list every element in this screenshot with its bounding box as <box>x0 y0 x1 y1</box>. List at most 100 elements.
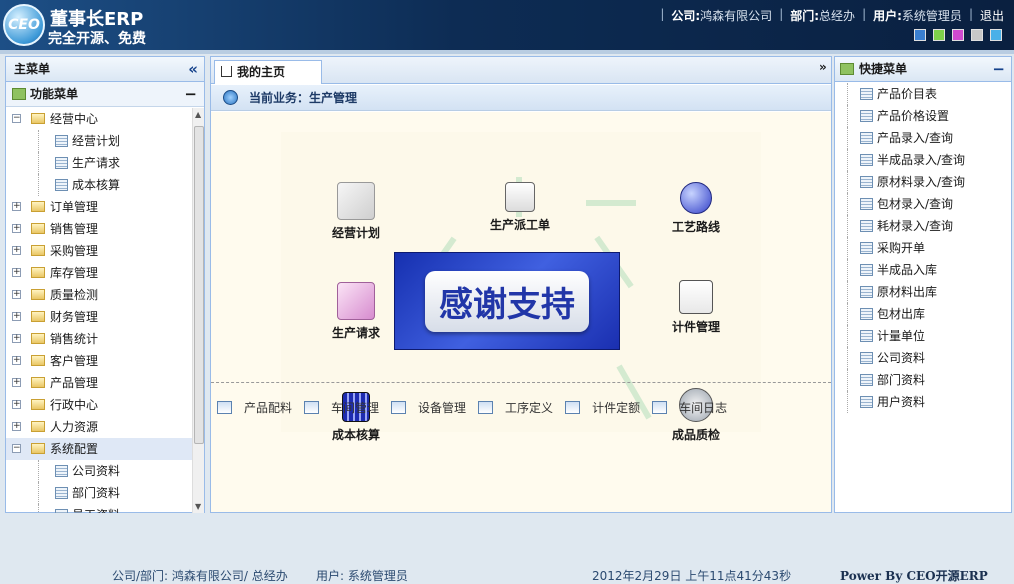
tree-leaf-label: 员工资料 <box>72 504 120 513</box>
mgmt-item-label: 工序定义 <box>505 401 554 415</box>
tree-node[interactable]: + 行政中心 <box>6 394 192 416</box>
tree-node[interactable]: + 客户管理 <box>6 350 192 372</box>
tree-node[interactable]: + 库存管理 <box>6 262 192 284</box>
scroll-thumb[interactable] <box>194 126 204 444</box>
expand-toggle-icon[interactable]: + <box>12 378 21 387</box>
tree-scrollbar[interactable]: ▲ ▼ <box>192 108 204 513</box>
quick-menu-item[interactable]: 耗材录入/查询 <box>835 215 1011 237</box>
scroll-down-icon[interactable]: ▼ <box>195 502 201 511</box>
mgmt-item[interactable]: 车间管理 <box>304 399 379 416</box>
tree-leaf[interactable]: 公司资料 <box>6 460 192 482</box>
collapse-toggle-icon[interactable]: − <box>12 114 21 123</box>
tree-leaf[interactable]: 经营计划 <box>6 130 192 152</box>
scroll-up-icon[interactable]: ▲ <box>195 110 201 119</box>
expand-toggle-icon[interactable]: + <box>12 334 21 343</box>
quick-menu-item[interactable]: 原材料出库 <box>835 281 1011 303</box>
window-icon <box>391 401 407 414</box>
flow-node-request[interactable]: 生产请求 <box>311 282 401 341</box>
tree-line <box>847 259 848 281</box>
quick-menu-item[interactable]: 产品价目表 <box>835 83 1011 105</box>
minus-icon[interactable]: − <box>992 57 1005 81</box>
document-icon <box>860 264 873 276</box>
tree-line <box>38 460 39 482</box>
tree-node[interactable]: + 财务管理 <box>6 306 192 328</box>
current-business-bar: 当前业务：生产管理 <box>211 85 831 111</box>
folder-icon <box>31 333 45 344</box>
theme-swatch-cyan[interactable] <box>990 29 1002 41</box>
theme-swatch-purple[interactable] <box>952 29 964 41</box>
expand-toggle-icon[interactable]: + <box>12 400 21 409</box>
quick-menu-item[interactable]: 公司资料 <box>835 347 1011 369</box>
window-icon <box>304 401 320 414</box>
quick-menu-item[interactable]: 半成品录入/查询 <box>835 149 1011 171</box>
quick-menu-item[interactable]: 部门资料 <box>835 369 1011 391</box>
expand-toggle-icon[interactable]: + <box>12 224 21 233</box>
status-datetime: 2012年2月29日 上午11点41分43秒 <box>592 569 792 583</box>
expand-toggle-icon[interactable]: + <box>12 268 21 277</box>
theme-swatch-green[interactable] <box>933 29 945 41</box>
tree-line <box>847 193 848 215</box>
expand-toggle-icon[interactable]: + <box>12 422 21 431</box>
tab-home[interactable]: 我的主页 <box>214 60 322 84</box>
theme-swatch-blue[interactable] <box>914 29 926 41</box>
quick-menu-item[interactable]: 原材料录入/查询 <box>835 171 1011 193</box>
mgmt-item[interactable]: 计件定额 <box>565 399 640 416</box>
folder-icon <box>31 377 45 388</box>
tree-node[interactable]: + 订单管理 <box>6 196 192 218</box>
tree-leaf[interactable]: 生产请求 <box>6 152 192 174</box>
expand-toggle-icon[interactable]: + <box>12 312 21 321</box>
tab-scroll-icon[interactable]: » <box>819 60 831 74</box>
tree-node[interactable]: − 经营中心 <box>6 108 192 130</box>
tree-leaf[interactable]: 成本核算 <box>6 174 192 196</box>
window-icon <box>478 401 494 414</box>
header-divider <box>0 50 1014 54</box>
quick-menu-item[interactable]: 计量单位 <box>835 325 1011 347</box>
tree-node[interactable]: + 销售统计 <box>6 328 192 350</box>
tree-leaf-label: 生产请求 <box>72 156 121 170</box>
document-icon <box>860 176 873 188</box>
quick-menu-item[interactable]: 包材出库 <box>835 303 1011 325</box>
mgmt-item[interactable]: 工序定义 <box>478 399 553 416</box>
flow-node-dispatch[interactable]: 生产派工单 <box>475 182 565 233</box>
tree-node[interactable]: + 产品管理 <box>6 372 192 394</box>
collapse-toggle-icon[interactable]: − <box>12 444 21 453</box>
quick-menu-item[interactable]: 用户资料 <box>835 391 1011 413</box>
tree-node[interactable]: + 销售管理 <box>6 218 192 240</box>
expand-toggle-icon[interactable]: + <box>12 202 21 211</box>
main-menu-title: 主菜单 <box>14 62 51 76</box>
expand-toggle-icon[interactable]: + <box>12 356 21 365</box>
expand-toggle-icon[interactable]: + <box>12 290 21 299</box>
tree-node[interactable]: − 系统配置 <box>6 438 192 460</box>
mgmt-item[interactable]: 设备管理 <box>391 399 466 416</box>
tab-strip: 我的主页 » <box>211 57 831 84</box>
mgmt-item[interactable]: 产品配料 <box>217 399 292 416</box>
collapse-icon[interactable]: « <box>188 57 198 81</box>
flow-node-route[interactable]: 工艺路线 <box>651 182 741 235</box>
flow-node-plan[interactable]: 经营计划 <box>311 182 401 241</box>
quick-menu-item[interactable]: 采购开单 <box>835 237 1011 259</box>
tree-line <box>38 482 39 504</box>
minus-icon[interactable]: − <box>184 82 197 106</box>
tree-node[interactable]: + 采购管理 <box>6 240 192 262</box>
mgmt-item[interactable]: 车间日志 <box>652 399 727 416</box>
tree-leaf[interactable]: 员工资料 <box>6 504 192 513</box>
thank-you-card-pink-icon <box>337 282 375 320</box>
quick-menu-item[interactable]: 产品录入/查询 <box>835 127 1011 149</box>
logout-link[interactable]: 退出 <box>980 7 1004 24</box>
document-icon <box>55 135 68 147</box>
quick-menu-item[interactable]: 产品价格设置 <box>835 105 1011 127</box>
quick-menu-item[interactable]: 半成品入库 <box>835 259 1011 281</box>
dept-label: 部门: <box>790 9 820 23</box>
flow-node-piece[interactable]: 计件管理 <box>651 280 741 335</box>
quick-menu-item[interactable]: 包材录入/查询 <box>835 193 1011 215</box>
function-menu-header[interactable]: 功能菜单 − <box>6 82 204 107</box>
tree-leaf[interactable]: 部门资料 <box>6 482 192 504</box>
tree-line <box>847 237 848 259</box>
tree-node[interactable]: + 人力资源 <box>6 416 192 438</box>
tree-leaf-label: 经营计划 <box>72 134 121 148</box>
folder-icon <box>31 201 45 212</box>
theme-swatch-gray[interactable] <box>971 29 983 41</box>
tree-node[interactable]: + 质量检测 <box>6 284 192 306</box>
quick-menu-item-label: 公司资料 <box>877 351 926 365</box>
expand-toggle-icon[interactable]: + <box>12 246 21 255</box>
